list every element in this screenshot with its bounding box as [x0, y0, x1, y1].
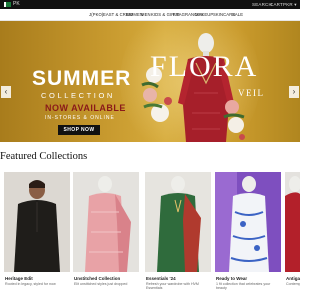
mannequin-green-suit-image	[145, 172, 211, 272]
hero-subheadline: COLLECTION	[41, 91, 115, 100]
collection-card-essentials[interactable]	[145, 172, 211, 272]
mannequin-blue-dress-image	[215, 172, 281, 272]
hero-banner[interactable]: SUMMER COLLECTION NOW AVAILABLE IN-STORE…	[0, 21, 300, 142]
hero-headline: SUMMER	[32, 67, 132, 90]
hero-availability: NOW AVAILABLE	[45, 103, 126, 113]
card-desc-ready-to-wear: 1 fit collection that celebrates your be…	[216, 282, 271, 291]
pakistan-flag-icon[interactable]	[4, 2, 11, 7]
collection-card-heritage[interactable]	[4, 172, 70, 272]
country-code[interactable]: PK	[13, 1, 20, 8]
nav-item-jpko[interactable]: J(PKO)	[89, 12, 103, 18]
model-image	[4, 172, 70, 272]
mannequin-pink-suit-image	[73, 172, 139, 272]
carousel-next-arrow-icon[interactable]: ›	[289, 86, 299, 98]
card-desc-antiga: Contemporary	[286, 282, 300, 286]
card-desc-essentials: Refresh your wardrobe with HVM Essential…	[146, 282, 199, 291]
featured-section-title: Featured Collections	[0, 151, 88, 162]
collection-card-antiga[interactable]	[285, 172, 300, 272]
nav-item-makeup[interactable]: MAKEUP	[195, 12, 213, 18]
floral-decoration-right	[223, 100, 245, 140]
card-desc-heritage: Rooted in legacy, styled for now	[5, 282, 56, 286]
nav-item-sale[interactable]: SALE	[232, 12, 243, 18]
collection-card-unstitched[interactable]	[73, 172, 139, 272]
hero-channels: IN-STORES & ONLINE	[45, 115, 115, 121]
search-link[interactable]: SEARCH	[252, 1, 272, 8]
mannequin-red-outfit-image	[285, 172, 300, 272]
nav-item-men[interactable]: MEN	[141, 12, 151, 18]
carousel-prev-arrow-icon[interactable]: ‹	[1, 86, 11, 98]
card-desc-unstitched: Elit unstitched styles just dropped	[74, 282, 128, 286]
currency-selector[interactable]: PKR ▾	[283, 1, 297, 8]
top-utility-bar: PK SEARCH CART PKR ▾	[0, 0, 300, 9]
hero-brand-subtitle: VEIL	[238, 88, 265, 98]
shop-now-button[interactable]: SHOP NOW	[58, 125, 100, 135]
collection-card-ready-to-wear[interactable]	[215, 172, 281, 272]
hero-brand-title: FLORA	[150, 50, 259, 83]
main-navigation: J(PKO) EAST & CREW WOMEN MEN KIDS & GIRL…	[0, 9, 300, 21]
cart-link[interactable]: CART	[270, 1, 283, 8]
